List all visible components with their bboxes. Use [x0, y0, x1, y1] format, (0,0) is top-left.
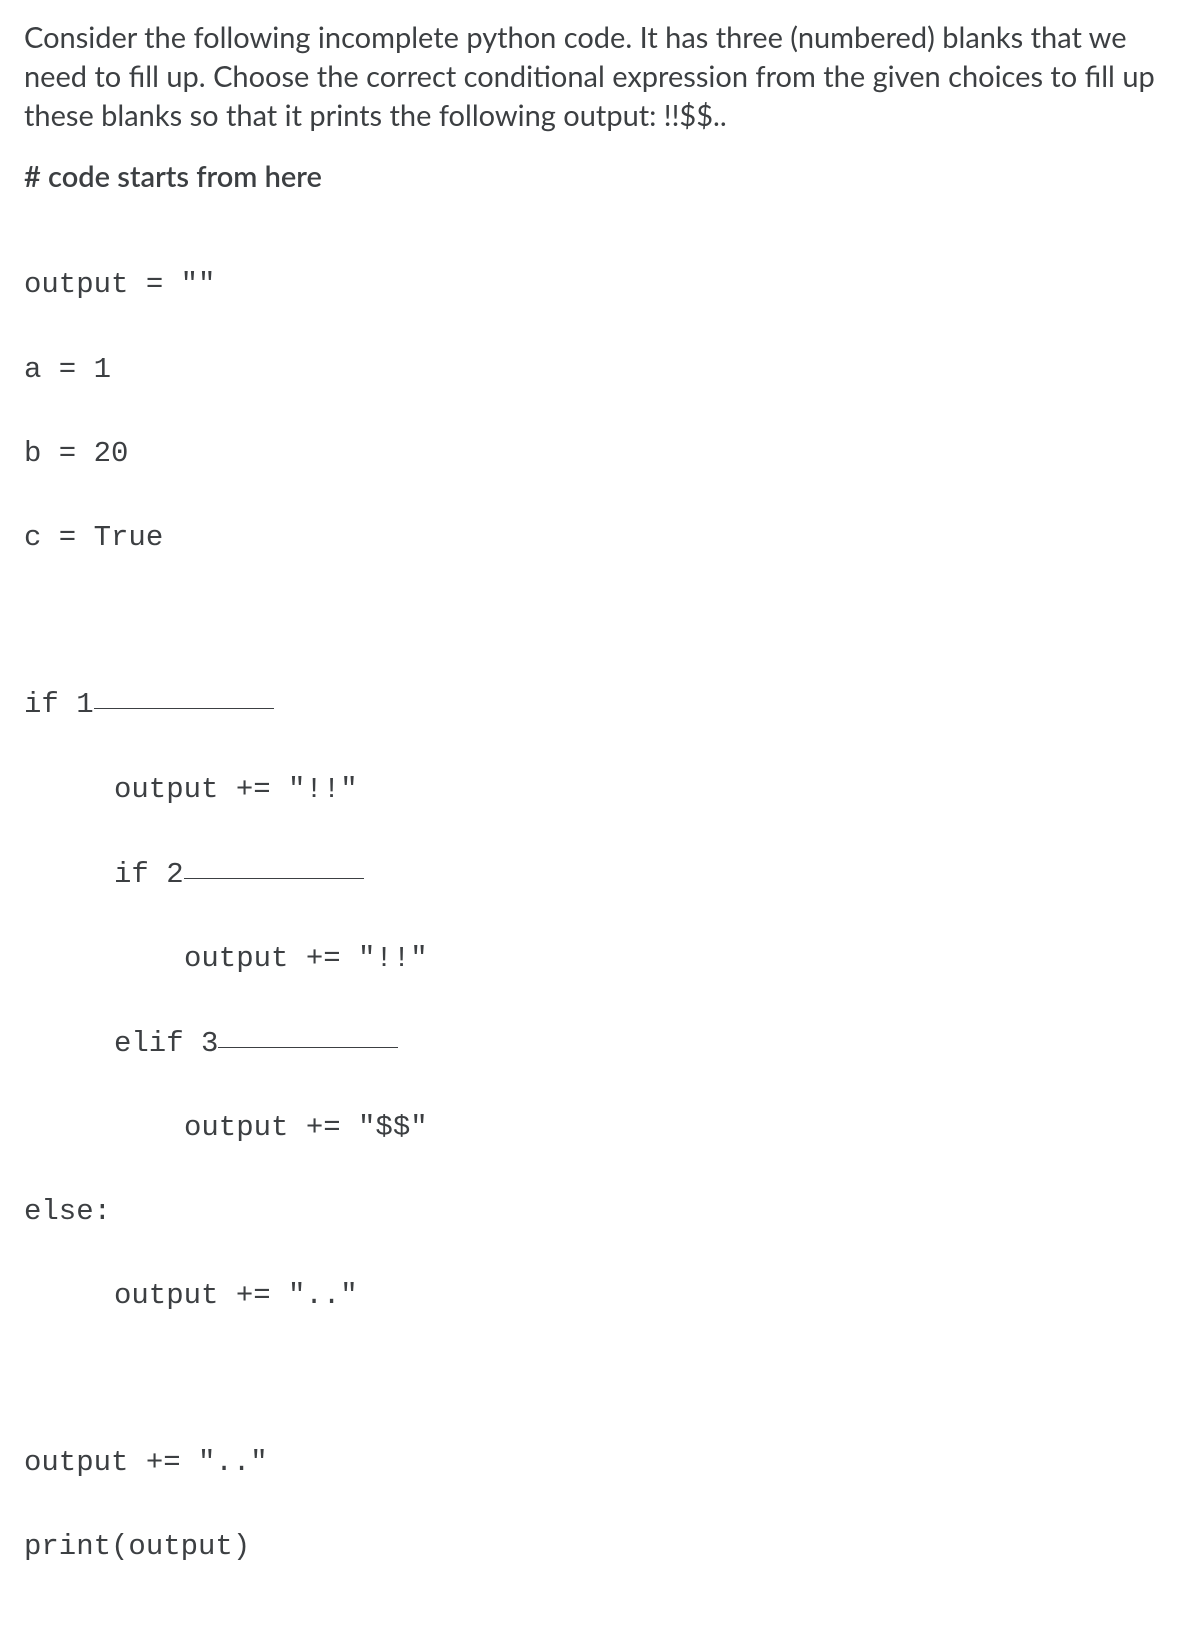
code-line-1: output = "" [24, 264, 1176, 306]
code-line-elif-3: elif 3 [24, 1022, 1176, 1065]
code-line-4: c = True [24, 517, 1176, 559]
code-block: output = "" a = 1 b = 20 c = True if 1 o… [24, 222, 1176, 1610]
code-line-if-1: if 1 [24, 683, 1176, 726]
elif-3-text: elif 3 [114, 1027, 218, 1060]
code-line-11: else: [24, 1191, 1176, 1233]
code-line-3: b = 20 [24, 433, 1176, 475]
code-line-13: output += ".." [24, 1442, 1176, 1484]
code-line-if-2: if 2 [24, 853, 1176, 896]
code-line-6: output += "!!" [24, 769, 1176, 811]
code-line-12: output += ".." [24, 1275, 1176, 1317]
blank-3 [218, 1019, 398, 1048]
code-comment-heading: # code starts from here [24, 159, 1176, 194]
if-1-text: if 1 [24, 688, 94, 721]
question-paragraph: Consider the following incomplete python… [24, 18, 1176, 135]
code-line-2: a = 1 [24, 349, 1176, 391]
code-line-10: output += "$$" [24, 1107, 1176, 1149]
code-line-14: print(output) [24, 1526, 1176, 1568]
code-line-8: output += "!!" [24, 938, 1176, 980]
blank-2 [184, 850, 364, 879]
blank-1 [94, 680, 274, 709]
